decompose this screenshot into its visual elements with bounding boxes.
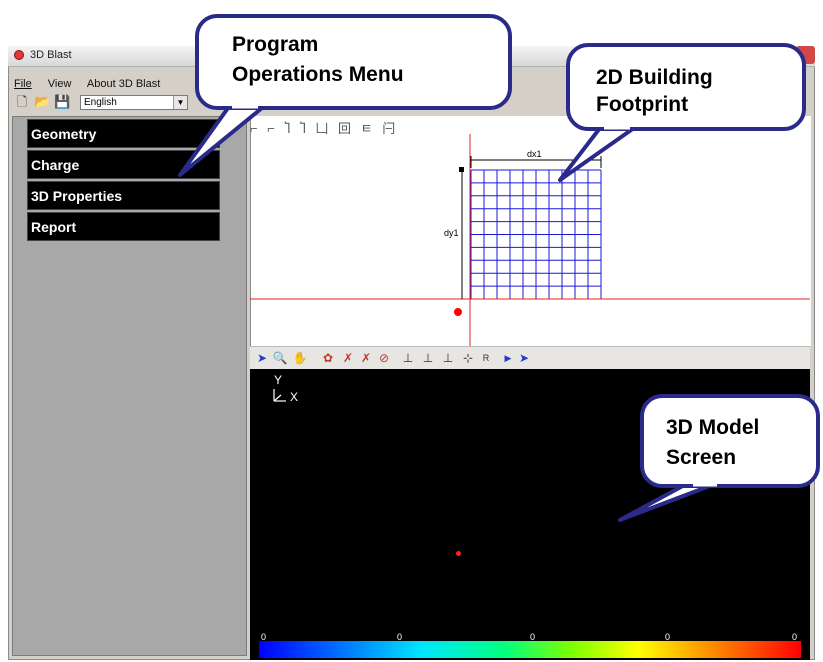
callout-pointer-masks bbox=[232, 103, 717, 487]
